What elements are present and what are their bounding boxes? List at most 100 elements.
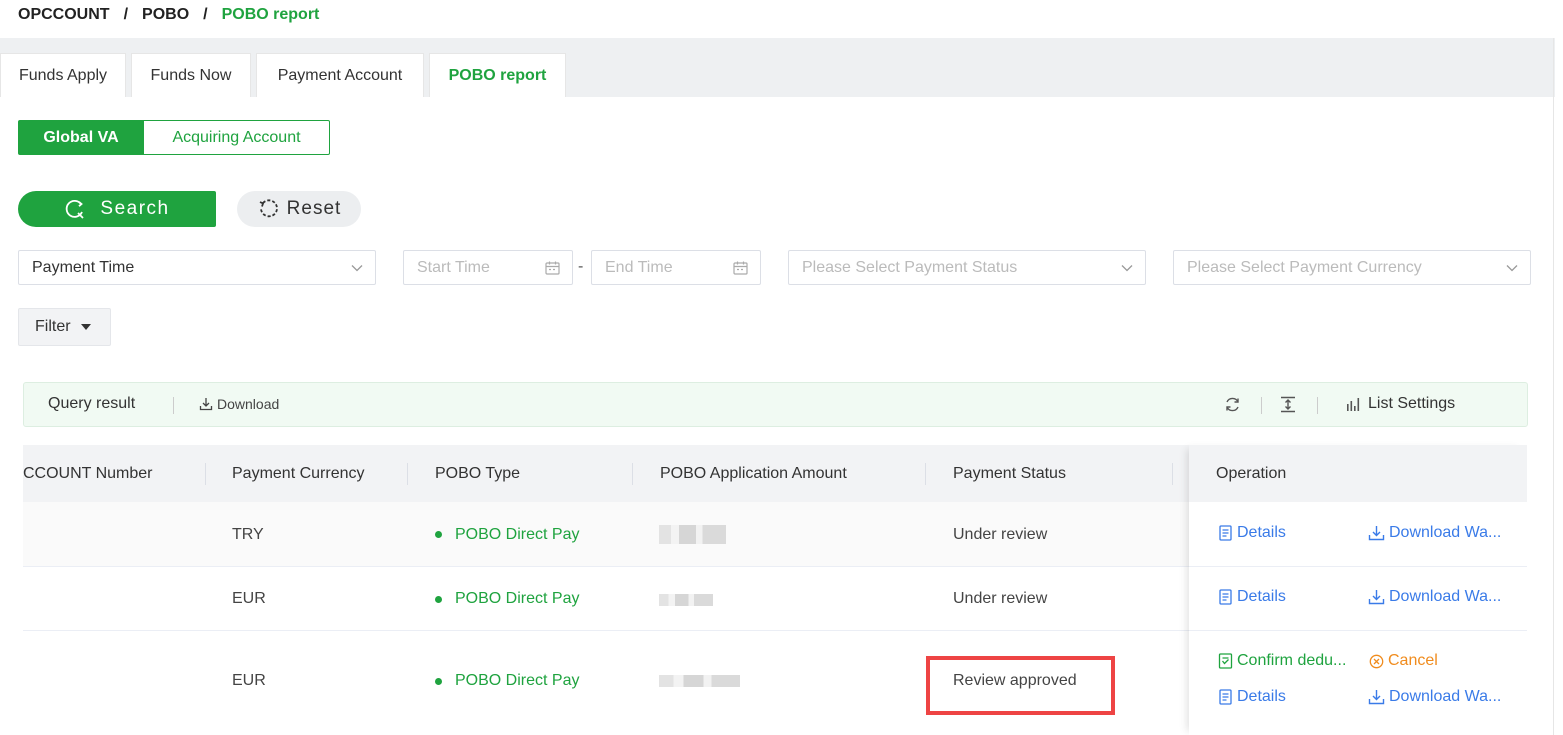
details-link[interactable]: Details xyxy=(1218,688,1286,706)
reset-icon xyxy=(259,199,278,218)
column-header-application-amount: POBO Application Amount xyxy=(660,464,847,482)
pobo-type-cell: POBO Direct Pay xyxy=(435,567,579,631)
column-header-pobo-type: POBO Type xyxy=(435,464,521,482)
caret-down-icon xyxy=(80,324,91,330)
column-divider[interactable] xyxy=(925,463,926,485)
table-row: TRY POBO Direct Pay Under review xyxy=(23,502,1189,567)
confirm-deduction-link[interactable]: Confirm dedu... xyxy=(1218,652,1346,670)
column-header-operation: Operation xyxy=(1189,445,1527,502)
payment-currency-cell: TRY xyxy=(232,525,264,543)
masked-amount xyxy=(659,525,726,544)
start-time-input[interactable]: Start Time xyxy=(403,250,573,285)
list-settings-label: List Settings xyxy=(1368,395,1456,412)
breadcrumb-current: POBO report xyxy=(221,6,320,23)
search-icon xyxy=(66,199,85,219)
download-icon xyxy=(1368,526,1385,541)
payment-status-select[interactable]: Please Select Payment Status xyxy=(788,250,1146,285)
download-icon xyxy=(1368,590,1385,605)
breadcrumb: OPCCOUNT / POBO / POBO report xyxy=(18,0,319,30)
tab-funds-now[interactable]: Funds Now xyxy=(131,53,251,97)
download-watermark-link[interactable]: Download Wa... xyxy=(1368,524,1501,542)
column-divider[interactable] xyxy=(407,463,408,485)
payment-status-cell: Under review xyxy=(953,590,1048,607)
segment-acquiring-account[interactable]: Acquiring Account xyxy=(144,120,330,155)
table-row: EUR POBO Direct Pay Under review xyxy=(23,567,1189,631)
breadcrumb-opccount[interactable]: OPCCOUNT xyxy=(18,6,110,24)
search-button[interactable]: Search xyxy=(18,191,216,227)
column-divider[interactable] xyxy=(205,463,206,485)
list-settings-button[interactable]: List Settings xyxy=(1346,395,1455,413)
refresh-icon[interactable] xyxy=(1224,396,1241,413)
bar-settings-icon xyxy=(1347,398,1360,411)
download-watermark-link[interactable]: Download Wa... xyxy=(1368,588,1501,606)
chevron-down-icon xyxy=(1506,264,1518,272)
document-icon xyxy=(1219,689,1232,705)
tab-funds-apply[interactable]: Funds Apply xyxy=(0,53,126,97)
download-icon xyxy=(1368,690,1385,705)
payment-currency-select[interactable]: Please Select Payment Currency xyxy=(1173,250,1531,285)
filter-label: Filter xyxy=(35,318,71,335)
time-type-select[interactable]: Payment Time xyxy=(18,250,376,285)
details-link[interactable]: Details xyxy=(1218,588,1286,606)
cancel-link[interactable]: Cancel xyxy=(1369,652,1438,670)
column-header-account-number: CCOUNT Number xyxy=(23,464,153,482)
divider xyxy=(1317,397,1318,414)
reset-button[interactable]: Reset xyxy=(237,191,361,227)
breadcrumb-separator: / xyxy=(123,6,129,23)
column-divider[interactable] xyxy=(1172,463,1173,485)
pobo-type-label: POBO Direct Pay xyxy=(455,525,580,543)
start-time-placeholder: Start Time xyxy=(417,258,490,276)
calendar-icon xyxy=(733,260,748,275)
details-label: Details xyxy=(1237,688,1286,705)
download-watermark-link[interactable]: Download Wa... xyxy=(1368,688,1501,706)
row-divider xyxy=(1189,566,1527,567)
masked-amount xyxy=(659,594,713,606)
segment-global-va[interactable]: Global VA xyxy=(18,120,144,155)
chevron-down-icon xyxy=(1121,264,1133,272)
query-result-title: Query result xyxy=(48,395,136,412)
document-icon xyxy=(1219,589,1232,605)
time-type-value: Payment Time xyxy=(32,258,135,276)
divider xyxy=(173,397,174,414)
filter-dropdown-button[interactable]: Filter xyxy=(18,308,111,346)
column-divider[interactable] xyxy=(632,463,633,485)
download-label: Download Wa... xyxy=(1389,688,1502,705)
column-header-payment-status: Payment Status xyxy=(953,464,1066,482)
date-range-separator: - xyxy=(578,258,584,275)
breadcrumb-pobo[interactable]: POBO xyxy=(142,6,189,24)
tab-pobo-report[interactable]: POBO report xyxy=(429,53,566,97)
document-icon xyxy=(1219,525,1232,541)
tab-payment-account[interactable]: Payment Account xyxy=(256,53,424,97)
end-time-placeholder: End Time xyxy=(605,258,673,276)
details-label: Details xyxy=(1237,588,1286,605)
download-label: Download Wa... xyxy=(1389,524,1502,541)
payment-currency-cell: EUR xyxy=(232,672,266,689)
pobo-type-label: POBO Direct Pay xyxy=(455,672,580,689)
breadcrumb-separator: / xyxy=(203,6,208,23)
cancel-label: Cancel xyxy=(1388,652,1438,669)
pobo-type-label: POBO Direct Pay xyxy=(455,590,580,607)
status-dot xyxy=(435,595,442,603)
payment-currency-cell: EUR xyxy=(232,590,266,607)
tab-strip: Funds Apply Funds Now Payment Account PO… xyxy=(0,38,1555,97)
details-link[interactable]: Details xyxy=(1218,524,1286,542)
confirm-deduction-label: Confirm dedu... xyxy=(1237,652,1347,669)
row-divider xyxy=(1189,630,1527,631)
download-icon xyxy=(199,398,213,411)
right-edge-divider xyxy=(1553,38,1554,735)
payment-currency-placeholder: Please Select Payment Currency xyxy=(1187,258,1422,276)
column-height-icon[interactable] xyxy=(1280,396,1296,413)
operation-column: Operation Details Download Wa... Details… xyxy=(1189,445,1527,735)
end-time-input[interactable]: End Time xyxy=(591,250,761,285)
status-dot xyxy=(435,531,442,538)
cancel-circle-icon xyxy=(1369,654,1384,668)
details-label: Details xyxy=(1237,524,1286,541)
masked-amount xyxy=(659,675,740,687)
divider xyxy=(1261,397,1262,414)
download-button[interactable]: Download xyxy=(199,396,279,412)
column-header-payment-currency: Payment Currency xyxy=(232,464,365,482)
annotation-highlight-box xyxy=(926,656,1115,715)
download-label: Download xyxy=(217,396,280,412)
table-header: CCOUNT Number Payment Currency POBO Type… xyxy=(23,445,1189,502)
search-button-label: Search xyxy=(100,198,170,219)
